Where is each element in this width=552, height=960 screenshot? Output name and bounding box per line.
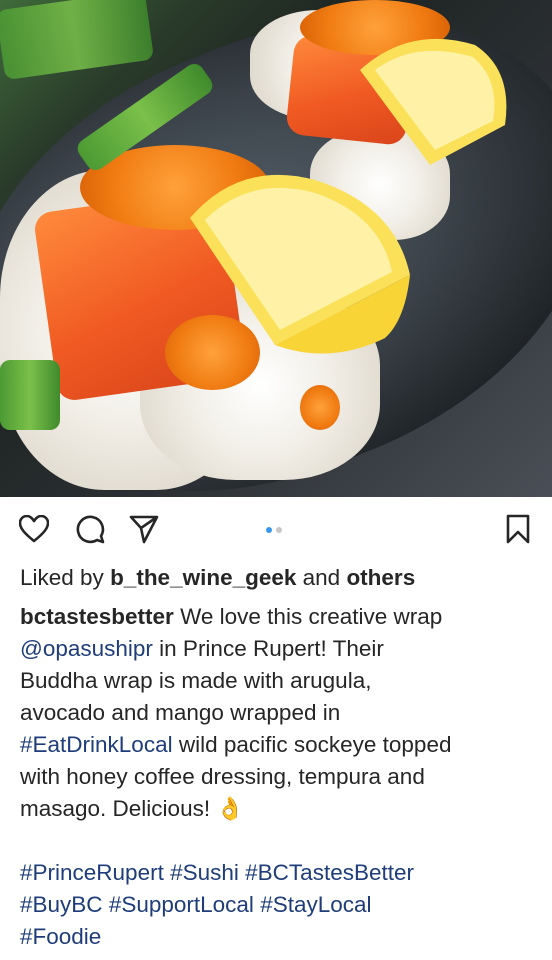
mention-link[interactable]: @opasushipr [20,636,153,661]
likes-prefix: Liked by [20,565,111,590]
hashtag-link[interactable]: #BuyBC [20,892,103,917]
liked-by-others[interactable]: others [346,565,415,590]
carousel-indicator [266,527,282,533]
likes-middle: and [296,565,347,590]
liked-by-username[interactable]: b_the_wine_geek [110,565,296,590]
carousel-dot-active [266,527,272,533]
hashtag-link[interactable]: #Foodie [20,924,101,949]
hashtag-link[interactable]: #EatDrinkLocal [20,732,173,757]
likes-summary[interactable]: Liked by b_the_wine_geek and others [20,563,415,593]
lemon-slice [360,38,507,165]
hashtag-link[interactable]: #Sushi [170,860,239,885]
hashtag-link[interactable]: #SupportLocal [109,892,254,917]
heart-icon[interactable] [18,513,50,545]
send-icon[interactable] [128,513,160,545]
bookmark-icon[interactable] [502,513,534,545]
lemon-slice [190,174,410,354]
hashtag-link[interactable]: #StayLocal [260,892,371,917]
comment-icon[interactable] [74,513,106,545]
caption-username[interactable]: bctastesbetter [20,604,174,629]
post-photo[interactable] [0,0,552,497]
ok-hand-emoji: 👌 [216,796,245,821]
carousel-dot [276,527,282,533]
hashtag-link[interactable]: #BCTastesBetter [245,860,414,885]
hashtag-link[interactable]: #PrinceRupert [20,860,164,885]
post-caption: bctastesbetter We love this creative wra… [20,604,452,949]
